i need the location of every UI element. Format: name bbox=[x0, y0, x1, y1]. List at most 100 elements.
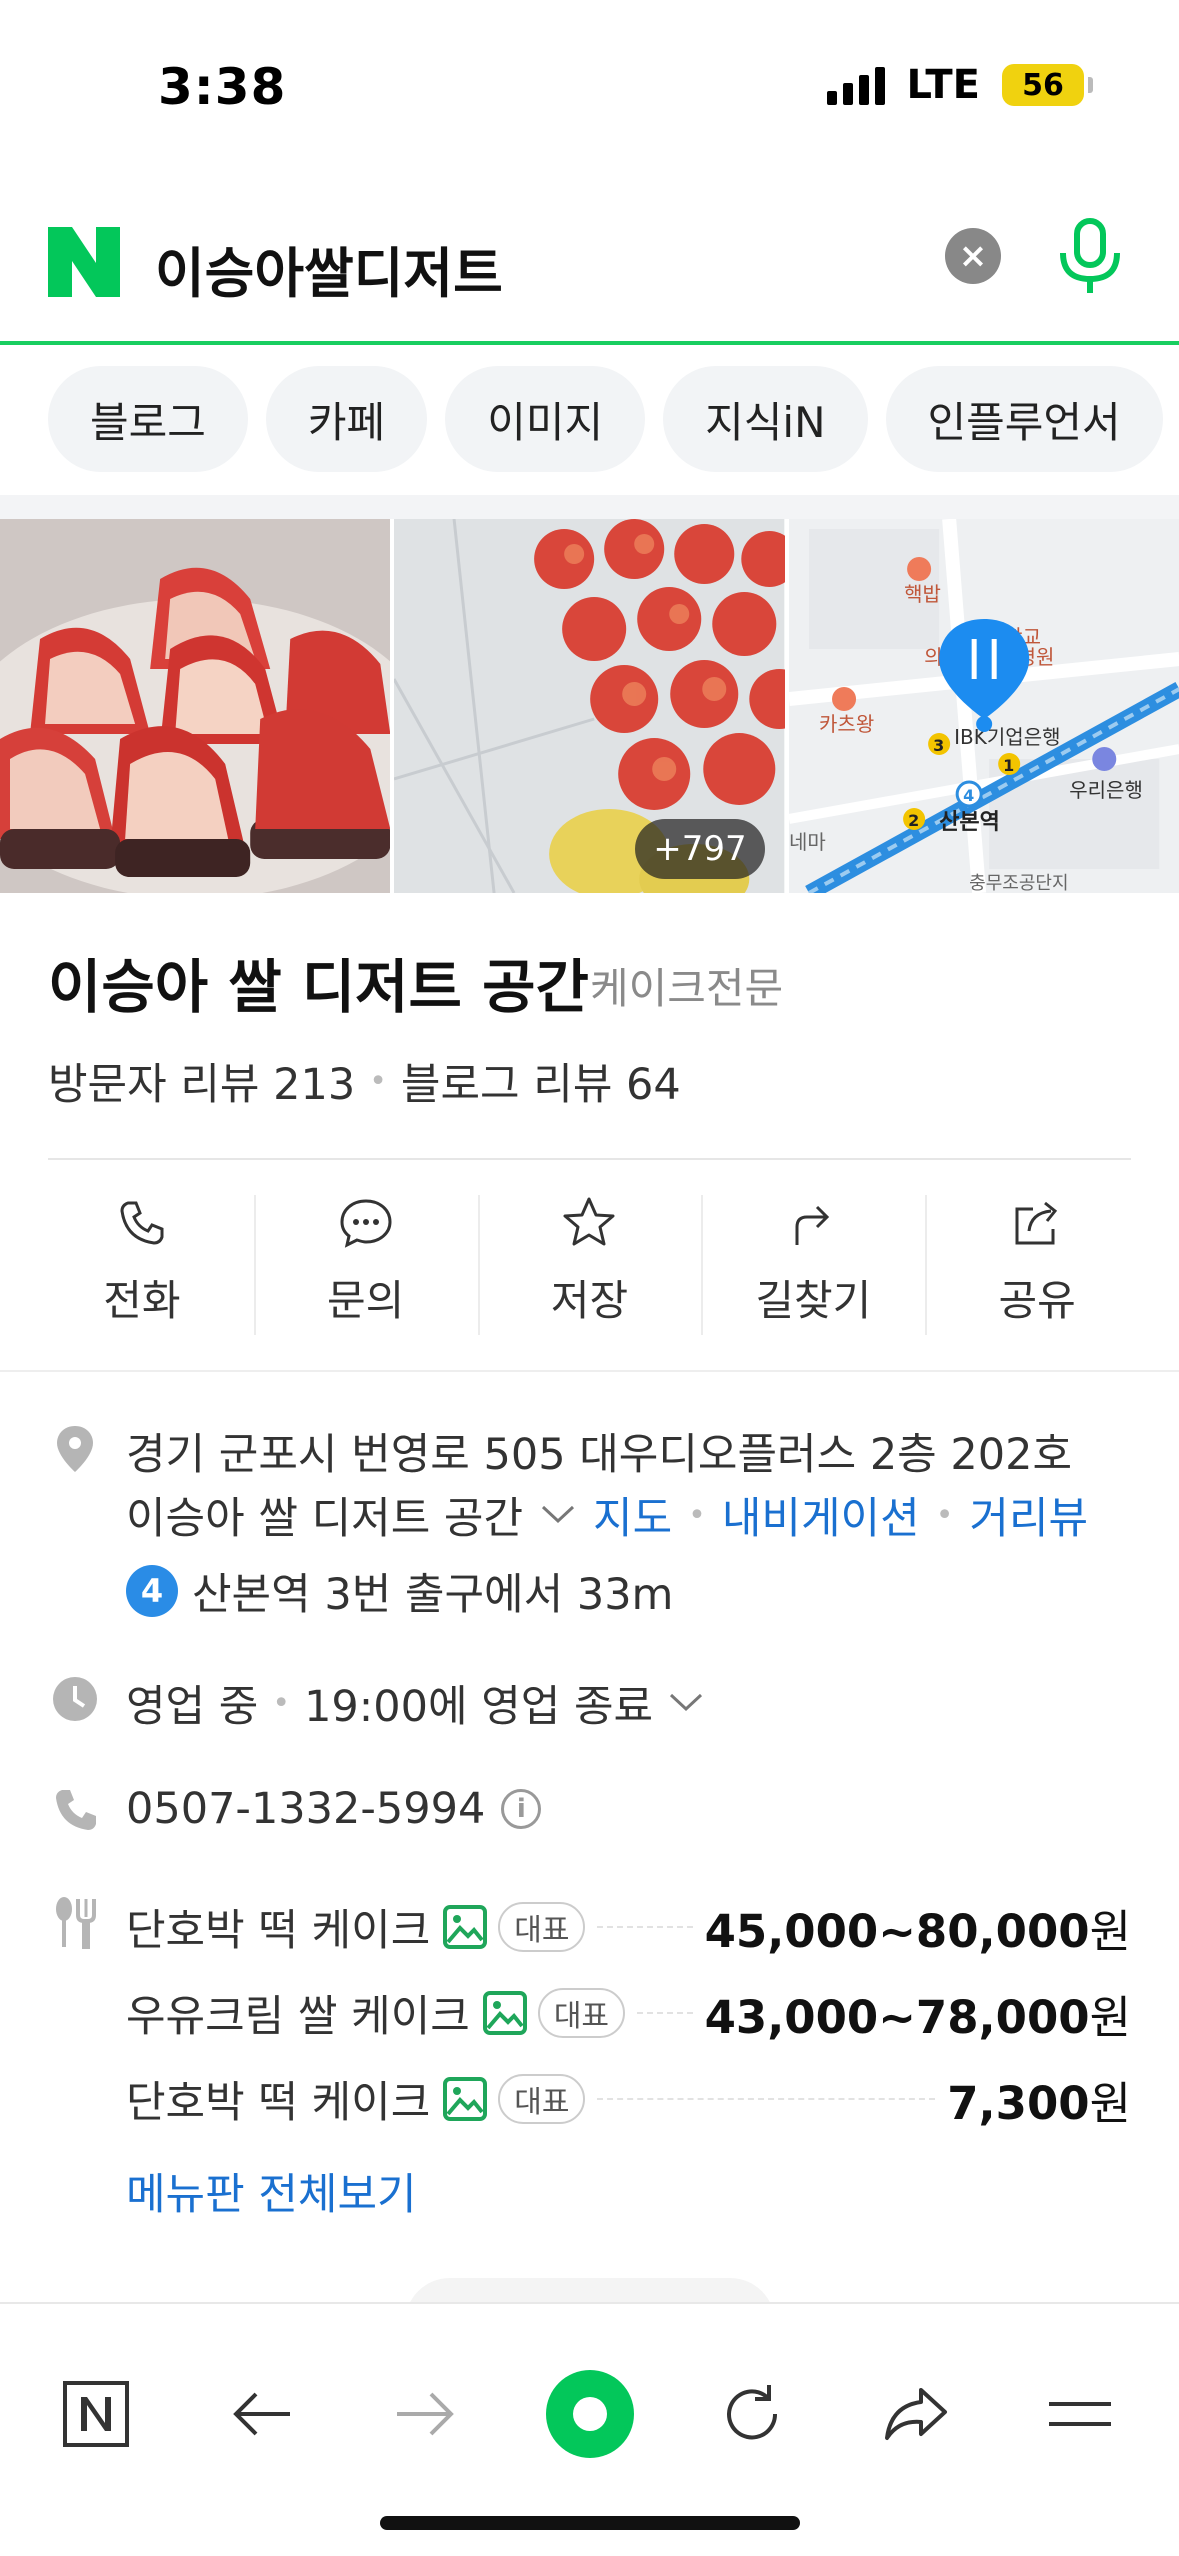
back-button[interactable] bbox=[222, 2374, 302, 2454]
network-type: LTE bbox=[906, 62, 980, 108]
tab-kin[interactable]: 지식iN bbox=[663, 366, 868, 472]
dotted-leader bbox=[637, 2012, 693, 2014]
tab-cafe[interactable]: 카페 bbox=[265, 366, 428, 472]
status-bar: 3:38 LTE 56 bbox=[0, 0, 1179, 170]
price-value: 7,300 bbox=[947, 2076, 1090, 2130]
clock-icon bbox=[53, 1677, 97, 1721]
representative-badge: 대표 bbox=[498, 1902, 586, 1952]
search-input[interactable]: 이승아쌀디저트 bbox=[155, 229, 503, 308]
close-time: 19:00에 영업 종료 bbox=[304, 1682, 654, 1732]
price-value: 43,000~78,000 bbox=[704, 1990, 1090, 2044]
directions-icon bbox=[795, 1205, 830, 1245]
map-label: 산본역 bbox=[939, 810, 1000, 835]
search-tabs: 블로그 카페 이미지 지식iN 인플루언서 bbox=[48, 366, 1163, 472]
arrow-right-icon bbox=[397, 2392, 454, 2436]
directions-button[interactable]: 길찾기 bbox=[701, 1195, 925, 1335]
phone-number[interactable]: 0507-1332-5994 bbox=[126, 1784, 485, 1834]
section-divider bbox=[0, 495, 1179, 519]
menu-name: 단호박 떡 케이크 bbox=[126, 2078, 431, 2128]
green-dot-icon bbox=[546, 2370, 634, 2458]
map-thumbnail[interactable]: 핵밥 의고 학교 본병원 카츠왕 IBK기업은행 우리은행 산본역 네마 충무조… bbox=[788, 519, 1179, 893]
hamburger-icon bbox=[1049, 2402, 1111, 2426]
map-line-number: 2 bbox=[908, 811, 919, 830]
naver-home-button[interactable] bbox=[56, 2374, 136, 2454]
photo-strip: +797 핵밥 의고 학교 본병원 카츠왕 IBK기업은행 우리은행 산본역 네… bbox=[0, 519, 1179, 893]
map-line-number: 4 bbox=[963, 786, 974, 805]
info-icon[interactable]: i bbox=[501, 1789, 542, 1829]
separator: • bbox=[272, 1685, 291, 1721]
refresh-button[interactable] bbox=[712, 2374, 792, 2454]
place-name[interactable]: 이승아 쌀 디저트 공간 bbox=[48, 940, 589, 1024]
photo-count-badge: +797 bbox=[635, 819, 765, 879]
menu-item[interactable]: 단호박 떡 케이크 대표 7,300원 bbox=[126, 2064, 1131, 2134]
menu-item[interactable]: 우유크림 쌀 케이크 대표 43,000~78,000원 bbox=[126, 1978, 1131, 2048]
arrow-left-icon bbox=[233, 2392, 290, 2436]
open-status: 영업 중 bbox=[126, 1682, 259, 1732]
phone-icon bbox=[56, 1790, 96, 1830]
tab-influencer[interactable]: 인플루언서 bbox=[885, 366, 1163, 472]
address-line: 경기 군포시 번영로 505 대우디오플러스 2층 202호 bbox=[126, 1430, 1073, 1480]
place-category: 케이크전문 bbox=[590, 964, 784, 1013]
menu-price: 45,000~80,000원 bbox=[705, 1895, 1131, 1960]
menu-price: 7,300원 bbox=[947, 2067, 1131, 2132]
subway-text: 산본역 3번 출구에서 33m bbox=[192, 1570, 674, 1620]
menu-button[interactable] bbox=[1040, 2374, 1120, 2454]
map-label: IBK기업은행 bbox=[954, 725, 1060, 749]
address-detail: 이승아 쌀 디저트 공간 지도 • 내비게이션 • 거리뷰 bbox=[126, 1484, 1088, 1546]
price-unit: 원 bbox=[1089, 2076, 1131, 2130]
refresh-icon bbox=[727, 2385, 778, 2440]
blog-review-link[interactable]: 블로그 리뷰 64 bbox=[401, 1050, 681, 1112]
inquiry-button[interactable]: 문의 bbox=[253, 1195, 478, 1335]
photo-icon bbox=[443, 1905, 488, 1949]
chevron-down-icon[interactable] bbox=[539, 1503, 577, 1527]
location-pin-icon bbox=[57, 1426, 93, 1472]
menu-item[interactable]: 단호박 떡 케이크 대표 45,000~80,000원 bbox=[126, 1892, 1131, 1962]
map-label: 핵밥 bbox=[904, 582, 941, 606]
mic-icon[interactable] bbox=[1055, 217, 1125, 297]
photo-icon bbox=[482, 1991, 527, 2035]
fork-knife-icon bbox=[56, 1897, 96, 1949]
map-line-number: 1 bbox=[1003, 756, 1014, 775]
dotted-leader bbox=[597, 1926, 693, 1928]
dotted-leader bbox=[597, 2098, 936, 2100]
map-label: 네마 bbox=[789, 830, 826, 854]
map-label: 카츠왕 bbox=[819, 712, 874, 736]
visitor-review-link[interactable]: 방문자 리뷰 213 bbox=[48, 1050, 355, 1112]
business-hours[interactable]: 영업 중 • 19:00에 영업 종료 bbox=[126, 1672, 705, 1734]
chevron-down-icon[interactable] bbox=[667, 1691, 705, 1715]
view-all-menu-link[interactable]: 메뉴판 전체보기 bbox=[126, 2160, 417, 2222]
menu-name: 우유크림 쌀 케이크 bbox=[126, 1992, 470, 2042]
navigation-link[interactable]: 내비게이션 bbox=[722, 1484, 920, 1546]
share-button[interactable]: 공유 bbox=[925, 1195, 1149, 1335]
separator: • bbox=[935, 1497, 954, 1533]
divider bbox=[0, 1370, 1179, 1372]
search-bar: 이승아쌀디저트 × bbox=[0, 195, 1179, 345]
call-label: 전화 bbox=[103, 1276, 181, 1325]
green-dot-button[interactable] bbox=[540, 2364, 640, 2464]
map-link[interactable]: 지도 bbox=[593, 1484, 672, 1546]
streetview-link[interactable]: 거리뷰 bbox=[969, 1484, 1088, 1546]
photo-strawberry-mochi[interactable] bbox=[0, 519, 391, 893]
map-label: 충무조공단지 bbox=[969, 873, 1068, 893]
photo-strawberry-cakes[interactable]: +797 bbox=[394, 519, 785, 893]
directions-label: 길찾기 bbox=[755, 1276, 872, 1325]
price-unit: 원 bbox=[1089, 1904, 1131, 1958]
battery-icon: 56 bbox=[1002, 64, 1093, 106]
action-bar: 전화 문의 저장 길찾기 공유 bbox=[30, 1195, 1149, 1335]
tab-image[interactable]: 이미지 bbox=[445, 366, 646, 472]
forward-button[interactable] bbox=[385, 2374, 465, 2454]
tab-blog[interactable]: 블로그 bbox=[48, 366, 248, 472]
map-label: 우리은행 bbox=[1069, 778, 1143, 802]
representative-badge: 대표 bbox=[537, 1988, 626, 2038]
star-icon bbox=[563, 1197, 615, 1246]
clear-search-button[interactable]: × bbox=[945, 228, 1001, 284]
separator: • bbox=[369, 1063, 387, 1099]
save-button[interactable]: 저장 bbox=[477, 1195, 702, 1335]
map-line-number: 3 bbox=[933, 736, 944, 755]
naver-logo-icon[interactable] bbox=[48, 227, 120, 297]
subway-line-badge: 4 bbox=[126, 1565, 178, 1617]
phone-row: 0507-1332-5994 i bbox=[126, 1784, 542, 1834]
address-place-name: 이승아 쌀 디저트 공간 bbox=[126, 1494, 524, 1544]
share-page-button[interactable] bbox=[876, 2374, 956, 2454]
call-button[interactable]: 전화 bbox=[30, 1195, 254, 1335]
